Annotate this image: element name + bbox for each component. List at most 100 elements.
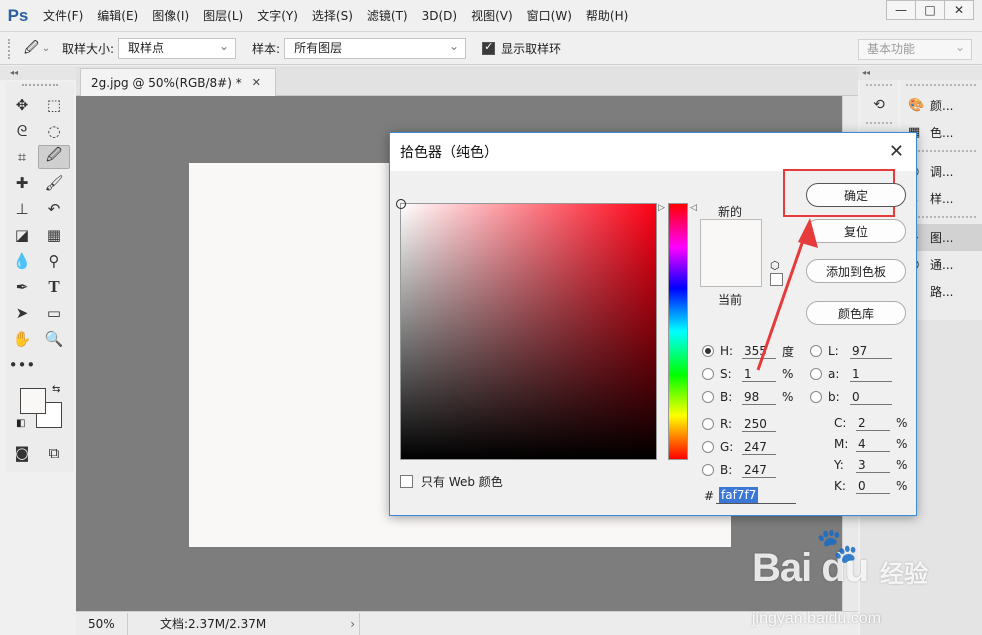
tools-panel: ✥ ⬚ ᘓ ◌ ⌗ 🖉 ✚ 🖌 ⊥ ↶ ◪ ▦ 💧 ⚲ ✒ T ➤ ▭ ✋ 🔍 … bbox=[6, 82, 74, 472]
web-only-checkbox[interactable] bbox=[400, 475, 413, 488]
tab-close-icon[interactable]: ✕ bbox=[252, 70, 261, 96]
hex-input[interactable]: faf7f7 bbox=[716, 486, 796, 504]
history-panel-button[interactable]: ⟲ bbox=[860, 92, 898, 118]
panels-collapse[interactable]: ◂◂ bbox=[858, 66, 982, 80]
crop-tool[interactable]: ⌗ bbox=[6, 145, 38, 169]
rgb-b-row: B: 247 bbox=[702, 461, 776, 479]
marquee-icon: ⬚ bbox=[46, 96, 62, 114]
sample-size-select[interactable]: 取样点 bbox=[118, 37, 237, 59]
r-radio[interactable] bbox=[702, 418, 714, 430]
l-input[interactable]: 97 bbox=[850, 343, 892, 359]
rgb-b-radio[interactable] bbox=[702, 464, 714, 476]
l-label: L: bbox=[828, 344, 839, 358]
panel-color[interactable]: 🎨 颜... bbox=[900, 92, 982, 119]
quick-select-tool[interactable]: ◌ bbox=[38, 119, 70, 143]
menu-view[interactable]: 视图(V) bbox=[464, 0, 520, 32]
type-tool[interactable]: T bbox=[38, 275, 70, 299]
workspace-select[interactable]: 基本功能 bbox=[858, 38, 972, 60]
b-input[interactable]: 98 bbox=[742, 389, 776, 405]
menu-3d[interactable]: 3D(D) bbox=[415, 0, 464, 32]
default-colors-icon[interactable]: ◧ bbox=[16, 418, 25, 429]
eyedropper-tool[interactable]: 🖉 bbox=[38, 145, 70, 169]
lab-b-radio[interactable] bbox=[810, 391, 822, 403]
web-only-option[interactable]: 只有 Web 颜色 bbox=[400, 473, 503, 490]
document-tab[interactable]: 2g.jpg @ 50%(RGB/8#) * ✕ bbox=[80, 68, 276, 96]
b-label: B: bbox=[720, 390, 733, 404]
blur-tool[interactable]: 💧 bbox=[6, 249, 38, 273]
hand-tool[interactable]: ✋ bbox=[6, 327, 38, 351]
color-field-marker[interactable] bbox=[396, 199, 406, 209]
h-radio[interactable] bbox=[702, 345, 714, 357]
color-field[interactable] bbox=[396, 199, 657, 460]
document-info[interactable]: 文档:2.37M/2.37M bbox=[128, 612, 360, 635]
brush-tool[interactable]: 🖌 bbox=[38, 171, 70, 195]
sample-select[interactable]: 所有图层 bbox=[284, 37, 467, 59]
s-radio[interactable] bbox=[702, 368, 714, 380]
lab-b-label: b: bbox=[828, 390, 840, 404]
swap-colors-icon[interactable]: ⇆ bbox=[52, 384, 60, 395]
k-input[interactable]: 0 bbox=[856, 478, 890, 494]
more-tools[interactable]: ••• bbox=[6, 353, 38, 377]
shape-tool[interactable]: ▭ bbox=[38, 301, 70, 325]
lab-b-input[interactable]: 0 bbox=[850, 389, 892, 405]
rgb-b-input[interactable]: 247 bbox=[742, 462, 776, 478]
minimize-button[interactable]: — bbox=[886, 0, 916, 20]
quick-select-icon: ◌ bbox=[47, 122, 61, 140]
menu-help[interactable]: 帮助(H) bbox=[579, 0, 635, 32]
maximize-button[interactable]: □ bbox=[915, 0, 945, 20]
m-unit: % bbox=[896, 437, 908, 451]
hue-slider-arrow-right[interactable]: ◁ bbox=[690, 203, 697, 213]
palette-icon: 🎨 bbox=[908, 98, 925, 113]
b-radio[interactable] bbox=[702, 391, 714, 403]
c-input[interactable]: 2 bbox=[856, 415, 890, 431]
m-input[interactable]: 4 bbox=[856, 436, 890, 452]
lasso-tool[interactable]: ᘓ bbox=[6, 119, 38, 143]
stamp-tool[interactable]: ⊥ bbox=[6, 197, 38, 221]
ellipsis-icon: ••• bbox=[8, 356, 36, 374]
type-icon: T bbox=[48, 277, 60, 296]
toolbar-collapse[interactable]: ◂◂ bbox=[0, 66, 76, 80]
menu-layer[interactable]: 图层(L) bbox=[196, 0, 250, 32]
zoom-level[interactable]: 50% bbox=[76, 612, 128, 635]
close-button[interactable]: ✕ bbox=[944, 0, 974, 20]
history-brush-tool[interactable]: ↶ bbox=[38, 197, 70, 221]
document-tabbar: 2g.jpg @ 50%(RGB/8#) * ✕ bbox=[76, 66, 858, 96]
dialog-close-icon[interactable]: ✕ bbox=[889, 141, 904, 162]
menu-window[interactable]: 窗口(W) bbox=[520, 0, 579, 32]
menu-file[interactable]: 文件(F) bbox=[36, 0, 90, 32]
show-ring-checkbox[interactable] bbox=[482, 40, 496, 55]
move-tool[interactable]: ✥ bbox=[6, 93, 38, 117]
zoom-tool[interactable]: 🔍 bbox=[38, 327, 70, 351]
pen-icon: ✒ bbox=[15, 278, 29, 296]
pen-tool[interactable]: ✒ bbox=[6, 275, 38, 299]
eyedropper-tool-preset[interactable]: 🖉 ⌄ bbox=[20, 38, 54, 60]
healing-tool[interactable]: ✚ bbox=[6, 171, 38, 195]
hue-slider-arrow-left[interactable]: ▷ bbox=[658, 203, 665, 213]
a-input[interactable]: 1 bbox=[850, 366, 892, 382]
y-input[interactable]: 3 bbox=[856, 457, 890, 473]
ok-button[interactable]: 确定 bbox=[806, 183, 906, 207]
eraser-tool[interactable]: ◪ bbox=[6, 223, 38, 247]
toolbar-grip[interactable] bbox=[22, 84, 58, 88]
b-unit: % bbox=[782, 390, 794, 404]
status-bar: 50% 文档:2.37M/2.37M bbox=[76, 611, 858, 635]
menu-filter[interactable]: 滤镜(T) bbox=[360, 0, 415, 32]
rectangle-icon: ▭ bbox=[46, 304, 62, 322]
options-grip[interactable] bbox=[8, 38, 14, 59]
hue-slider[interactable] bbox=[668, 203, 688, 460]
gradient-tool[interactable]: ▦ bbox=[38, 223, 70, 247]
menu-select[interactable]: 选择(S) bbox=[305, 0, 360, 32]
path-select-tool[interactable]: ➤ bbox=[6, 301, 38, 325]
menu-image[interactable]: 图像(I) bbox=[145, 0, 196, 32]
menu-edit[interactable]: 编辑(E) bbox=[90, 0, 145, 32]
r-input[interactable]: 250 bbox=[742, 416, 776, 432]
dodge-tool[interactable]: ⚲ bbox=[38, 249, 70, 273]
foreground-color[interactable] bbox=[20, 388, 46, 414]
menu-type[interactable]: 文字(Y) bbox=[250, 0, 305, 32]
arrow-icon: ➤ bbox=[15, 304, 29, 322]
marquee-tool[interactable]: ⬚ bbox=[38, 93, 70, 117]
screen-mode-button[interactable]: ⧉ bbox=[38, 441, 70, 465]
g-input[interactable]: 247 bbox=[742, 439, 776, 455]
g-radio[interactable] bbox=[702, 441, 714, 453]
quick-mask-button[interactable]: ◙ bbox=[6, 441, 38, 465]
